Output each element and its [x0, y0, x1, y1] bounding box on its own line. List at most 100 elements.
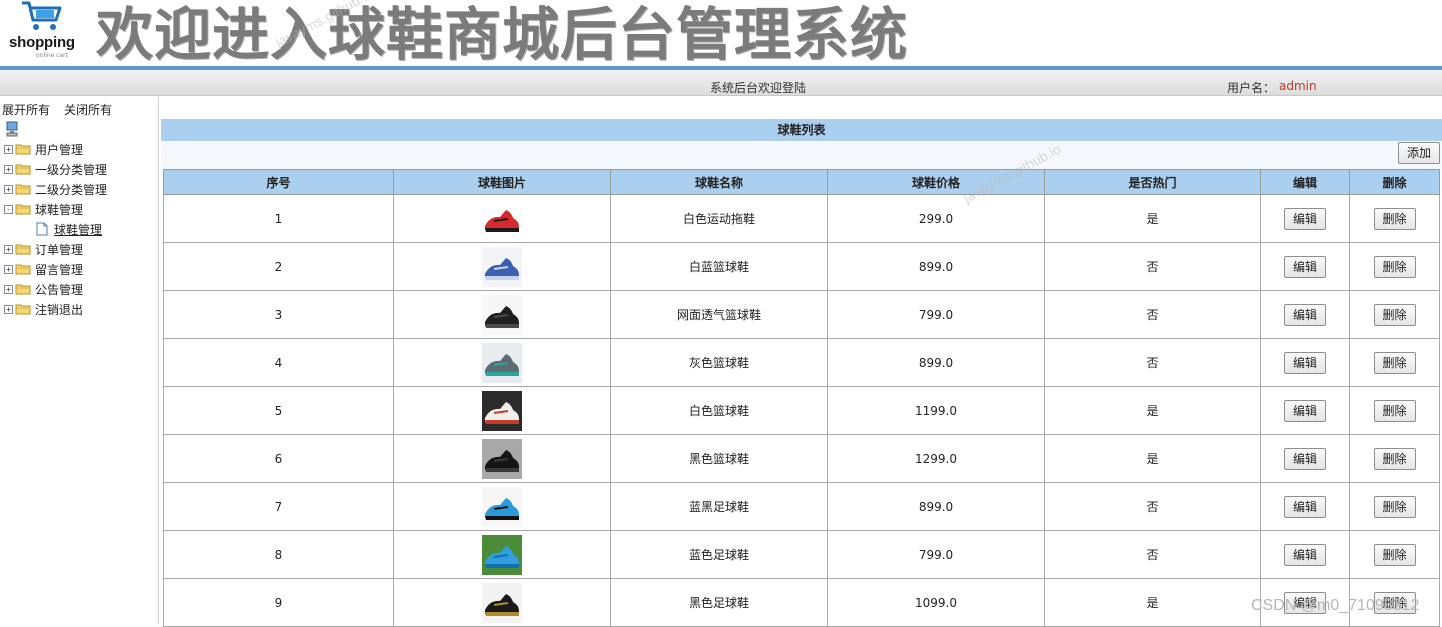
cell-price: 899.0: [827, 242, 1045, 291]
delete-button[interactable]: 删除: [1373, 399, 1416, 422]
sidebar-item[interactable]: - 球鞋管理: [4, 200, 83, 218]
white-highcut-sneaker-icon: [482, 390, 522, 431]
cell-edit: 编辑: [1260, 290, 1350, 339]
cell-edit: 编辑: [1260, 242, 1350, 291]
cell-hot: 是: [1044, 194, 1261, 243]
sidebar-item-label: 用户管理: [35, 142, 84, 157]
add-button[interactable]: 添加: [1398, 142, 1440, 164]
sidebar-tree: 展开所有 关闭所有 + 用户管理 + 一级分类管理 + 二级分类管理 - 球鞋管理 + 订单管理 +…: [0, 97, 159, 624]
cell-delete: 删除: [1349, 290, 1440, 339]
sidebar-item[interactable]: + 公告管理: [4, 280, 83, 298]
edit-button[interactable]: 编辑: [1284, 543, 1326, 566]
col-header-delete: 删除: [1349, 169, 1440, 195]
collapse-toggle-icon[interactable]: -: [4, 204, 13, 214]
gray-sneaker-icon: [482, 342, 522, 383]
sidebar-item[interactable]: + 留言管理: [4, 260, 83, 278]
cell-id: 9: [163, 578, 394, 627]
cell-price: 299.0: [827, 194, 1045, 243]
cell-price: 899.0: [827, 338, 1045, 387]
cell-image: [393, 530, 611, 579]
cell-price: 899.0: [827, 482, 1045, 531]
cell-edit: 编辑: [1260, 434, 1350, 483]
cell-image: [393, 242, 611, 291]
blue-black-soccer-cleat-icon: [482, 486, 522, 527]
cell-id: 3: [163, 290, 394, 339]
expand-toggle-icon[interactable]: +: [4, 304, 13, 314]
delete-button[interactable]: 删除: [1373, 207, 1416, 230]
cell-delete: 删除: [1349, 338, 1440, 387]
document-icon: [36, 222, 48, 236]
logo-subtext: online cart: [36, 52, 69, 59]
cell-delete: 删除: [1349, 530, 1440, 579]
table-header-row: 序号 球鞋图片 球鞋名称 球鞋价格 是否热门 编辑 删除: [163, 169, 1440, 195]
cell-edit: 编辑: [1260, 530, 1350, 579]
cell-image: [393, 386, 611, 435]
cell-id: 2: [163, 242, 394, 291]
folder-icon: [15, 304, 31, 315]
cell-delete: 删除: [1349, 386, 1440, 435]
red-white-slide-icon: [482, 198, 522, 239]
welcome-text: 系统后台欢迎登陆: [710, 81, 807, 95]
cell-hot: 否: [1044, 242, 1261, 291]
header: shopping online cart 欢迎进入球鞋商城后台管理系统: [0, 0, 1442, 68]
edit-button[interactable]: 编辑: [1284, 255, 1326, 278]
expand-all-link[interactable]: 展开所有: [2, 101, 50, 118]
cell-name: 白蓝篮球鞋: [610, 242, 828, 291]
cell-name: 白色篮球鞋: [610, 386, 828, 435]
cell-edit: 编辑: [1260, 482, 1350, 531]
expand-toggle-icon[interactable]: +: [4, 144, 13, 154]
expand-toggle-icon[interactable]: +: [4, 164, 13, 174]
sidebar-item[interactable]: + 二级分类管理: [4, 180, 107, 198]
expand-toggle-icon[interactable]: +: [4, 284, 13, 294]
logo-text: shopping: [9, 34, 75, 51]
sidebar-item[interactable]: + 用户管理: [4, 140, 83, 158]
folder-icon: [15, 164, 31, 175]
cell-image: [393, 434, 611, 483]
cell-edit: 编辑: [1260, 386, 1350, 435]
black-mesh-sneaker-icon: [482, 294, 522, 335]
csdn-watermark: CSDN @m0_71098312: [1251, 597, 1420, 614]
cell-hot: 是: [1044, 578, 1261, 627]
folder-icon: [15, 144, 31, 155]
edit-button[interactable]: 编辑: [1284, 447, 1326, 470]
cell-price: 1299.0: [827, 434, 1045, 483]
cell-hot: 是: [1044, 434, 1261, 483]
delete-button[interactable]: 删除: [1373, 495, 1416, 518]
col-header-edit: 编辑: [1260, 169, 1350, 195]
cell-id: 5: [163, 386, 394, 435]
delete-button[interactable]: 删除: [1373, 303, 1416, 326]
cell-delete: 删除: [1349, 482, 1440, 531]
delete-button[interactable]: 删除: [1373, 255, 1416, 278]
delete-button[interactable]: 删除: [1373, 543, 1416, 566]
sidebar-item[interactable]: + 一级分类管理: [4, 160, 107, 178]
cell-hot: 否: [1044, 482, 1261, 531]
edit-button[interactable]: 编辑: [1284, 207, 1326, 230]
collapse-all-link[interactable]: 关闭所有: [64, 101, 112, 118]
table-row: 8 蓝色足球鞋 799.0 否编辑 删除: [163, 530, 1440, 579]
white-blue-sneaker-icon: [482, 246, 522, 287]
cell-id: 6: [163, 434, 394, 483]
cell-image: [393, 338, 611, 387]
edit-button[interactable]: 编辑: [1284, 399, 1326, 422]
sidebar-child-shoe-management[interactable]: 球鞋管理: [36, 220, 102, 238]
cell-id: 7: [163, 482, 394, 531]
expand-toggle-icon[interactable]: +: [4, 264, 13, 274]
sidebar-item-label: 一级分类管理: [35, 162, 108, 177]
table-row: 6 黑色篮球鞋 1299.0 是编辑 删除: [163, 434, 1440, 483]
edit-button[interactable]: 编辑: [1284, 351, 1326, 374]
cell-delete: 删除: [1349, 434, 1440, 483]
delete-button[interactable]: 删除: [1373, 447, 1416, 470]
cell-edit: 编辑: [1260, 194, 1350, 243]
cell-image: [393, 578, 611, 627]
expand-toggle-icon[interactable]: +: [4, 184, 13, 194]
edit-button[interactable]: 编辑: [1284, 303, 1326, 326]
delete-button[interactable]: 删除: [1373, 351, 1416, 374]
table-row: 3 网面透气篮球鞋 799.0 否编辑 删除: [163, 290, 1440, 339]
edit-button[interactable]: 编辑: [1284, 495, 1326, 518]
expand-toggle-icon[interactable]: +: [4, 244, 13, 254]
sidebar-item[interactable]: + 订单管理: [4, 240, 83, 258]
black-gold-soccer-cleat-icon: [482, 582, 522, 623]
cell-image: [393, 194, 611, 243]
shopping-cart-icon: [22, 1, 62, 30]
sidebar-item[interactable]: + 注销退出: [4, 300, 83, 318]
